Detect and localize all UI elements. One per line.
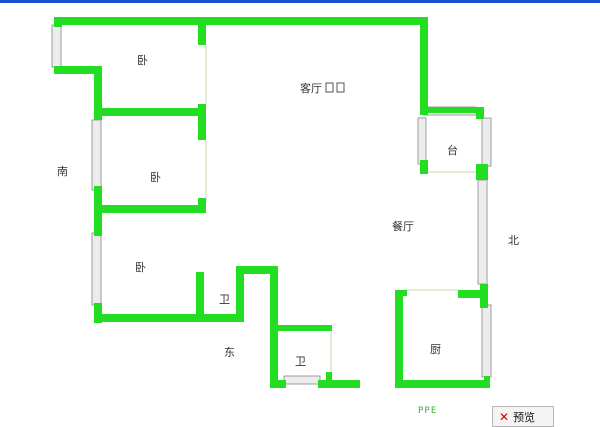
label-bedroom-1: 卧 xyxy=(137,54,148,67)
partitions xyxy=(205,45,476,374)
preview-button[interactable]: ✕ 预览 xyxy=(492,406,554,427)
label-bathroom-2: 卫 xyxy=(295,355,306,368)
window-north-2 xyxy=(477,179,488,285)
preview-label: 预览 xyxy=(513,410,536,424)
label-east: 东 xyxy=(224,346,235,359)
living-room-marks xyxy=(325,82,345,93)
window-kitchen xyxy=(481,304,492,378)
floor-plan: 卧 卧 卧 客厅 餐厅 台 卫 卫 厨 南 北 东 xyxy=(51,17,519,388)
label-balcony: 台 xyxy=(447,143,458,157)
label-bedroom-3: 卧 xyxy=(135,261,146,274)
label-south: 南 xyxy=(57,165,68,178)
label-dining-room: 餐厅 xyxy=(392,219,414,233)
window-balcony-left xyxy=(417,117,427,165)
watermark-stamp: PPE xyxy=(418,406,438,416)
window-top-left xyxy=(51,24,62,68)
window-south-1 xyxy=(91,119,102,191)
close-x-icon: ✕ xyxy=(499,409,510,424)
label-bedroom-2: 卧 xyxy=(150,171,161,184)
label-kitchen: 厨 xyxy=(430,343,441,356)
window-north-1 xyxy=(481,117,492,167)
label-bathroom-1: 卫 xyxy=(219,293,230,306)
window-bath-2 xyxy=(283,375,321,385)
walls xyxy=(54,17,490,388)
window-south-2 xyxy=(91,232,102,306)
label-north: 北 xyxy=(508,234,519,247)
label-living-room: 客厅 xyxy=(300,81,322,95)
